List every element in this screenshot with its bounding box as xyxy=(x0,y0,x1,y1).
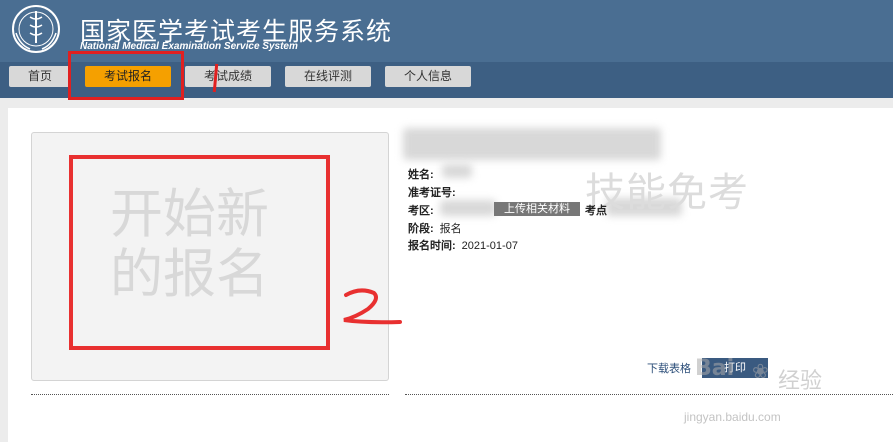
baidu-paw-icon: ❀ xyxy=(752,361,769,383)
redacted-region xyxy=(440,200,496,216)
info-name-row: 姓名: xyxy=(408,166,434,182)
nav-home[interactable]: 首页 xyxy=(9,66,71,87)
exam-site-label: 考点 xyxy=(585,205,607,217)
nav-exam-scores[interactable]: 考试成绩 xyxy=(185,66,271,87)
redacted-name xyxy=(442,164,472,178)
redacted-header xyxy=(403,128,661,160)
baidu-watermark-url: jingyan.baidu.com xyxy=(684,410,781,424)
nav-online-evaluation[interactable]: 在线评测 xyxy=(285,66,371,87)
download-form-link[interactable]: 下载表格 xyxy=(647,360,691,376)
region-label: 考区: xyxy=(408,205,434,217)
exam-type-watermark: 技能免考 xyxy=(585,170,749,216)
annotation-mark-2 xyxy=(343,288,402,325)
annotation-box-1 xyxy=(68,51,184,100)
info-stage-row: 阶段: 报名 xyxy=(408,220,462,236)
nav-personal-info[interactable]: 个人信息 xyxy=(385,66,471,87)
stage-label: 阶段: xyxy=(408,223,434,235)
info-ticket-row: 准考证号: xyxy=(408,184,456,200)
annotation-box-2 xyxy=(69,155,330,350)
name-label: 姓名: xyxy=(408,169,434,181)
stage-value: 报名 xyxy=(439,223,462,235)
info-time-row: 报名时间: 2021-01-07 xyxy=(408,237,518,253)
ticket-label: 准考证号: xyxy=(408,187,456,199)
upload-materials-button[interactable]: 上传相关材料 xyxy=(494,202,580,216)
divider-left xyxy=(31,394,389,395)
time-label: 报名时间: xyxy=(408,240,456,252)
baidu-watermark-brand: Bai xyxy=(695,356,735,381)
medical-emblem-logo xyxy=(12,5,60,53)
info-region-row: 考区: xyxy=(408,202,434,218)
baidu-watermark-jingyan: 经验 xyxy=(778,369,823,394)
time-value: 2021-01-07 xyxy=(461,240,518,252)
